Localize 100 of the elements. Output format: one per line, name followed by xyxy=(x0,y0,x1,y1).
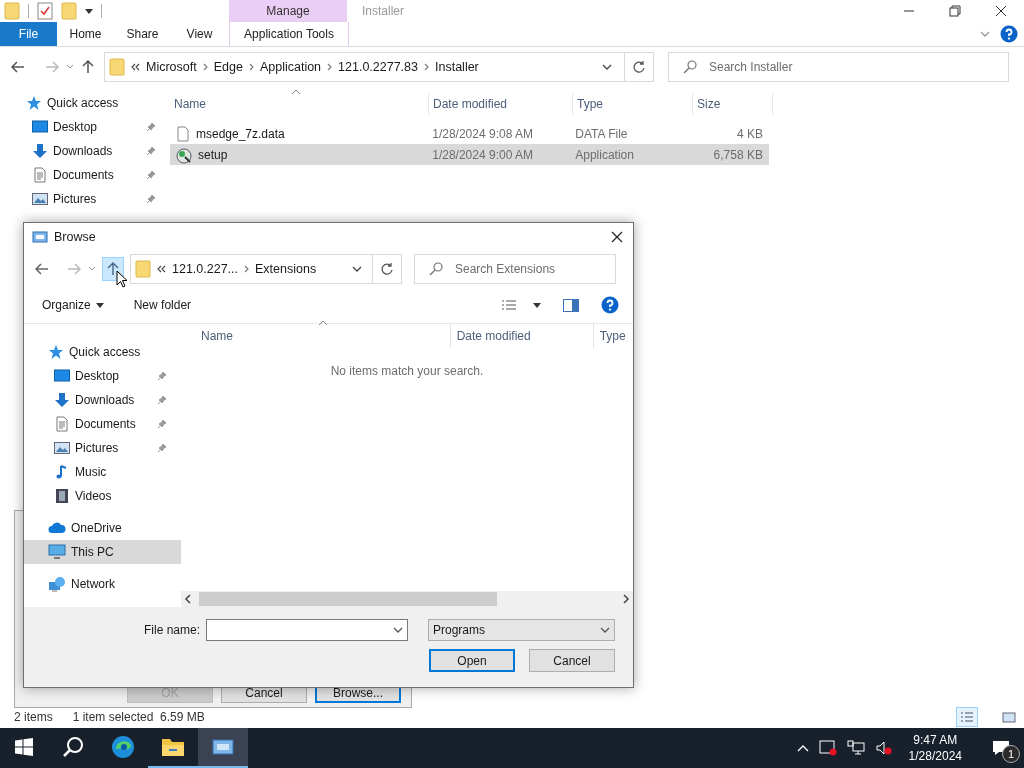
file-row[interactable]: setup 1/28/2024 9:00 AM Application 6,758 KB xyxy=(170,144,769,165)
edge-icon[interactable] xyxy=(111,735,135,759)
restore-icon[interactable] xyxy=(949,5,961,17)
file-name-field[interactable] xyxy=(206,619,408,641)
nav-item[interactable]: Videos xyxy=(24,484,181,508)
nav-item[interactable]: Pictures xyxy=(24,436,181,460)
ribbon-tab[interactable]: View xyxy=(171,22,228,46)
ribbon-tab[interactable]: File xyxy=(0,22,57,46)
ribbon-tab[interactable]: Share xyxy=(114,22,171,46)
separator-icon[interactable] xyxy=(327,63,333,71)
column-header[interactable]: Date modified xyxy=(450,324,594,348)
clock[interactable]: 9:47 AM 1/28/2024 xyxy=(902,732,968,764)
properties-icon[interactable] xyxy=(37,2,53,20)
overflow-chevron-icon[interactable] xyxy=(131,63,140,71)
up-icon xyxy=(105,261,121,277)
file-row[interactable]: msedge_7z.data 1/28/2024 9:08 AM DATA File 4 KB xyxy=(170,123,769,144)
security-icon[interactable] xyxy=(818,740,837,756)
file-type-dropdown[interactable]: Programs xyxy=(428,619,615,641)
taskbar-button[interactable] xyxy=(198,728,248,768)
desktop-icon xyxy=(32,119,48,135)
pin-icon xyxy=(157,443,167,453)
expand-ribbon-icon xyxy=(980,30,990,38)
overflow-chevron-icon[interactable] xyxy=(157,265,166,273)
column-header[interactable]: Name xyxy=(170,93,429,115)
details-view-icon xyxy=(960,711,974,723)
pin-icon xyxy=(157,395,167,405)
nav-item[interactable]: Documents xyxy=(24,412,181,436)
show-hidden-icons-icon[interactable] xyxy=(796,744,809,752)
history-dropdown-icon xyxy=(602,63,612,71)
back-icon[interactable] xyxy=(34,261,50,277)
address-bar[interactable]: Microsoft Edge Application 121.0.2277.83 Installer xyxy=(104,52,654,82)
nav-item[interactable]: OneDrive xyxy=(24,516,181,540)
new-folder-button[interactable]: New folder xyxy=(133,298,192,312)
folder-icon xyxy=(4,2,20,20)
folder-icon[interactable] xyxy=(161,736,185,758)
caret-icon xyxy=(95,302,104,308)
nav-item[interactable]: This PC xyxy=(24,540,181,564)
pin-icon xyxy=(146,194,156,204)
column-header[interactable]: Type xyxy=(573,93,693,115)
address-bar[interactable]: 121.0.227... Extensions xyxy=(130,254,402,284)
refresh-icon[interactable] xyxy=(632,60,646,74)
ribbon-tab[interactable]: Application Tools xyxy=(229,22,349,46)
column-header[interactable]: Name xyxy=(181,324,451,348)
status-text: 1 item selected 6.59 MB xyxy=(72,710,205,724)
recent-locations-icon[interactable] xyxy=(66,64,74,70)
separator-icon[interactable] xyxy=(202,63,208,71)
help-icon[interactable] xyxy=(601,296,619,314)
horizontal-scrollbar[interactable] xyxy=(181,591,633,607)
nav-item[interactable]: Desktop xyxy=(24,364,181,388)
dropdown-icon xyxy=(393,626,403,634)
nav-item[interactable]: Desktop xyxy=(0,115,170,139)
file-size: 4 KB xyxy=(736,126,763,141)
breadcrumb-item[interactable]: Installer xyxy=(435,60,479,74)
separator-icon[interactable] xyxy=(248,63,254,71)
cloud-icon xyxy=(48,520,66,536)
column-header[interactable]: Date modified xyxy=(429,93,573,115)
back-icon[interactable] xyxy=(10,59,26,75)
dialog-button[interactable]: Open xyxy=(429,649,515,672)
breadcrumb-item[interactable]: Application xyxy=(259,60,322,74)
close-icon[interactable] xyxy=(611,231,623,243)
nav-item[interactable]: Downloads xyxy=(24,388,181,412)
view-options-button[interactable] xyxy=(501,299,541,311)
picture-icon xyxy=(32,191,48,207)
nav-item[interactable]: Documents xyxy=(0,163,170,187)
notification-badge: 1 xyxy=(1002,745,1020,763)
breadcrumb-item[interactable]: Extensions xyxy=(255,262,317,276)
help-icon[interactable] xyxy=(1000,25,1018,43)
organize-button[interactable]: Organize xyxy=(42,298,104,312)
close-icon[interactable] xyxy=(995,5,1007,17)
nav-item[interactable]: Network xyxy=(24,572,181,596)
up-icon[interactable] xyxy=(80,59,96,75)
nav-item[interactable]: Quick access xyxy=(24,340,181,364)
nav-item[interactable]: Pictures xyxy=(0,187,170,211)
preview-pane-icon[interactable] xyxy=(563,298,579,312)
ribbon-tab[interactable]: Home xyxy=(57,22,114,46)
recent-locations-icon[interactable] xyxy=(88,266,96,272)
search-field[interactable]: Search Installer xyxy=(668,52,1009,82)
action-center-button[interactable]: 1 xyxy=(978,728,1024,768)
window-title: Installer xyxy=(362,4,405,18)
separator-icon[interactable] xyxy=(424,63,429,71)
column-header[interactable]: Type xyxy=(593,324,633,348)
search-icon[interactable] xyxy=(62,736,84,758)
document-icon xyxy=(54,416,70,432)
dialog-button[interactable]: Cancel xyxy=(529,649,615,672)
separator-icon[interactable] xyxy=(244,265,250,273)
refresh-icon[interactable] xyxy=(380,262,394,276)
column-header[interactable]: Size xyxy=(693,93,773,115)
breadcrumb-item[interactable]: 121.0.2277.83 xyxy=(338,60,418,74)
speaker-muted-icon[interactable] xyxy=(874,740,893,756)
breadcrumb-item[interactable]: Microsoft xyxy=(146,60,197,74)
breadcrumb-item[interactable]: Edge xyxy=(213,60,243,74)
nav-item[interactable]: Music xyxy=(24,460,181,484)
run-app-icon[interactable] xyxy=(211,737,235,757)
breadcrumb-item[interactable]: 121.0.227... xyxy=(172,262,239,276)
history-dropdown-icon xyxy=(352,265,362,273)
nav-item[interactable]: Quick access xyxy=(0,91,170,115)
start-icon[interactable] xyxy=(15,738,33,756)
nav-item[interactable]: Downloads xyxy=(0,139,170,163)
search-field[interactable]: Search Extensions xyxy=(414,254,616,284)
network-status-icon[interactable] xyxy=(846,740,865,756)
